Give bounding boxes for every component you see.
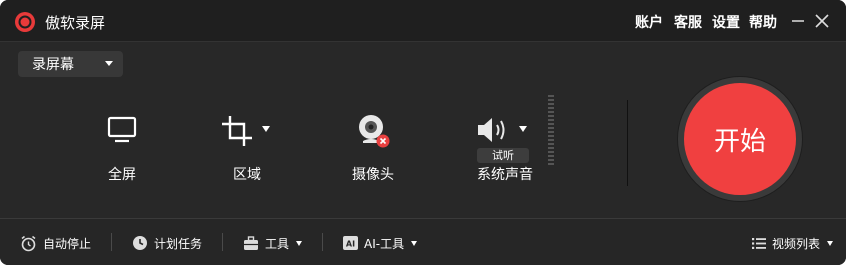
schedule-task-button[interactable]: 计划任务 (132, 234, 202, 252)
menu-help[interactable]: 帮助 (749, 12, 777, 32)
alarm-clock-icon (21, 235, 36, 251)
list-icon (752, 237, 766, 249)
ai-tools-button[interactable]: AI AI-工具 (343, 234, 418, 252)
record-mode-value: 录屏幕 (32, 57, 74, 73)
app-title: 傲软录屏 (45, 14, 106, 32)
webcam-icon (359, 115, 390, 148)
record-mode-select[interactable]: 录屏幕 (18, 51, 123, 77)
ai-icon: AI (343, 236, 358, 250)
start-record-label: 开始 (713, 126, 766, 157)
region-caret-icon[interactable] (262, 126, 270, 132)
close-icon[interactable] (813, 12, 831, 30)
webcam-label: 摄像头 (352, 167, 394, 183)
fullscreen-label: 全屏 (108, 167, 136, 183)
crop-icon (222, 116, 252, 146)
tools-label: 工具 (265, 236, 290, 251)
region-label: 区域 (233, 167, 261, 183)
region-button[interactable]: 区域 (215, 110, 280, 190)
audition-button[interactable]: 试听 (477, 148, 529, 163)
start-record-button[interactable]: 开始 (678, 77, 802, 201)
chevron-down-icon (827, 240, 834, 246)
record-logo-icon (15, 12, 35, 32)
ai-tools-label: AI-工具 (364, 236, 405, 251)
fullscreen-button[interactable]: 全屏 (95, 110, 155, 190)
menu-settings[interactable]: 设置 (712, 12, 740, 32)
title-bar: 傲软录屏 账户 客服 设置 帮助 (0, 0, 846, 42)
menu-account[interactable]: 账户 (635, 12, 663, 32)
monitor-icon (107, 116, 137, 143)
vertical-divider (627, 100, 628, 186)
toolbox-icon (244, 235, 258, 250)
chevron-down-icon (105, 61, 113, 66)
video-list-button[interactable]: 视频列表 (752, 234, 834, 252)
bottom-divider (322, 233, 323, 251)
bottom-toolbar: 自动停止 计划任务 工具 AI AI-工具 视频列表 (0, 218, 846, 265)
chevron-down-icon (411, 240, 418, 246)
webcam-button[interactable]: 摄像头 (345, 110, 405, 190)
video-list-label: 视频列表 (772, 236, 821, 251)
volume-level-meter (548, 95, 554, 165)
schedule-task-label: 计划任务 (154, 236, 203, 251)
clock-icon (133, 236, 147, 250)
bottom-divider (222, 233, 223, 251)
tools-button[interactable]: 工具 (243, 234, 303, 252)
chevron-down-icon (296, 240, 303, 246)
menu-support[interactable]: 客服 (674, 12, 702, 32)
speaker-icon (478, 118, 505, 142)
auto-stop-label: 自动停止 (43, 236, 92, 251)
bottom-divider (111, 233, 112, 251)
app-window: 傲软录屏 账户 客服 设置 帮助 录屏幕 全屏 区域 摄像头 系统声音 试听 开… (0, 0, 846, 265)
minimize-icon[interactable] (789, 12, 807, 30)
svg-text:AI: AI (346, 240, 355, 249)
auto-stop-button[interactable]: 自动停止 (20, 234, 91, 252)
system-audio-label: 系统声音 (477, 167, 533, 183)
system-audio-caret-icon[interactable] (519, 126, 527, 132)
